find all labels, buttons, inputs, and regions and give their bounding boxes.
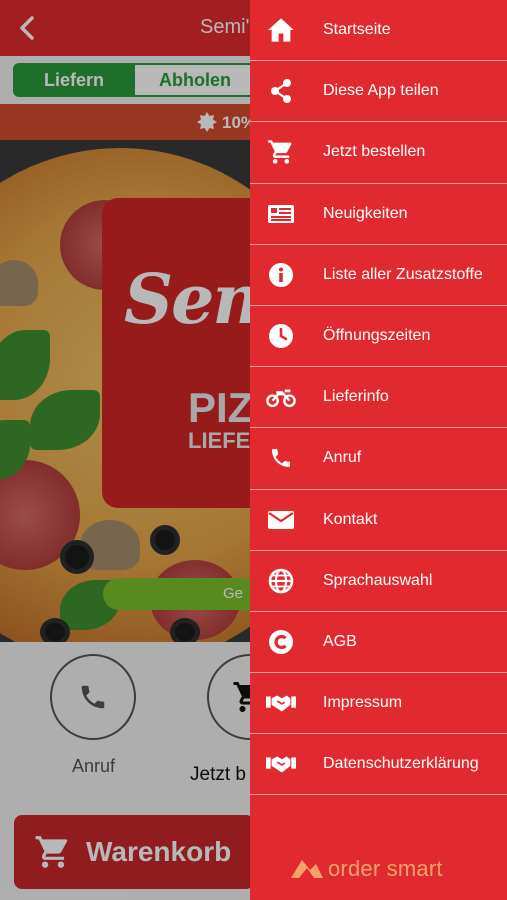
menu-item-label: AGB bbox=[323, 632, 357, 650]
menu-item-label: Datenschutzerklärung bbox=[323, 755, 479, 773]
cart-icon bbox=[266, 137, 296, 167]
clock-icon bbox=[266, 321, 296, 351]
menu-item-call[interactable]: Anruf bbox=[250, 428, 507, 490]
navigation-drawer: Startseite Diese App teilen Jetzt bestel… bbox=[250, 0, 507, 900]
share-icon bbox=[266, 76, 296, 106]
info-icon bbox=[266, 260, 296, 290]
home-icon bbox=[266, 15, 296, 45]
menu-item-additives[interactable]: Liste aller Zusatzstoffe bbox=[250, 245, 507, 306]
drawer-menu: Startseite Diese App teilen Jetzt bestel… bbox=[250, 0, 507, 796]
menu-item-language[interactable]: Sprachauswahl bbox=[250, 551, 507, 612]
menu-item-label: Sprachauswahl bbox=[323, 571, 433, 589]
menu-item-label: Neuigkeiten bbox=[323, 204, 408, 222]
motorcycle-icon bbox=[266, 382, 296, 412]
globe-icon bbox=[266, 566, 296, 596]
handshake-icon bbox=[266, 749, 296, 779]
menu-item-opening-hours[interactable]: Öffnungszeiten bbox=[250, 306, 507, 368]
menu-item-news[interactable]: Neuigkeiten bbox=[250, 184, 507, 245]
menu-item-label: Jetzt bestellen bbox=[323, 143, 426, 161]
mail-icon bbox=[266, 505, 296, 535]
menu-item-label: Impressum bbox=[323, 694, 403, 712]
menu-item-order-now[interactable]: Jetzt bestellen bbox=[250, 122, 507, 184]
menu-item-label: Anruf bbox=[323, 449, 362, 467]
order-smart-logo: order smart bbox=[290, 854, 443, 884]
order-smart-logo-icon bbox=[291, 860, 323, 878]
menu-item-label: Kontakt bbox=[323, 510, 378, 528]
menu-item-label: Startseite bbox=[323, 21, 391, 39]
handshake-icon bbox=[266, 688, 296, 718]
menu-item-contact[interactable]: Kontakt bbox=[250, 490, 507, 551]
news-icon bbox=[266, 199, 296, 229]
menu-item-share-app[interactable]: Diese App teilen bbox=[250, 61, 507, 123]
menu-item-label: Diese App teilen bbox=[323, 82, 439, 100]
menu-item-label: Lieferinfo bbox=[323, 388, 389, 406]
menu-item-delivery-info[interactable]: Lieferinfo bbox=[250, 367, 507, 429]
menu-item-label: Liste aller Zusatzstoffe bbox=[323, 265, 483, 283]
phone-icon bbox=[266, 443, 296, 473]
menu-item-home[interactable]: Startseite bbox=[250, 0, 507, 62]
menu-item-terms[interactable]: AGB bbox=[250, 612, 507, 674]
menu-item-imprint[interactable]: Impressum bbox=[250, 673, 507, 735]
brand-name: order smart bbox=[328, 856, 443, 881]
menu-item-privacy-policy[interactable]: Datenschutzerklärung bbox=[250, 734, 507, 796]
menu-item-label: Öffnungszeiten bbox=[323, 327, 431, 345]
copyright-icon bbox=[266, 627, 296, 657]
